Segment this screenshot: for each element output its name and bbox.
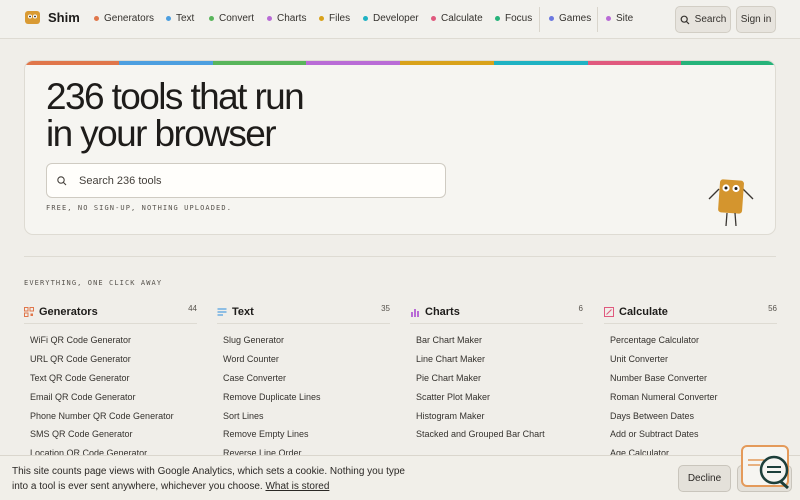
tool-link[interactable]: Percentage Calculator — [604, 331, 777, 350]
stripe-segment — [212, 61, 307, 65]
calculator-icon — [604, 306, 614, 317]
nav-item-files[interactable]: Files — [319, 13, 350, 24]
tool-link[interactable]: WiFi QR Code Generator — [24, 331, 197, 350]
tool-link[interactable]: Histogram Maker — [410, 407, 583, 426]
category-header[interactable]: Text 35 — [217, 300, 390, 324]
stripe-segment — [400, 61, 494, 65]
dot-icon — [94, 16, 99, 21]
search-icon — [680, 15, 690, 24]
chat-assistant-icon[interactable] — [740, 444, 792, 492]
tool-link[interactable]: Case Converter — [217, 369, 390, 388]
category-count: 6 — [578, 304, 583, 313]
dot-icon — [495, 16, 500, 21]
qr-grid-icon — [24, 306, 34, 317]
tool-link[interactable]: Stacked and Grouped Bar Chart — [410, 425, 583, 444]
nav-item-generators[interactable]: Generators — [94, 13, 154, 24]
stripe-segment — [25, 61, 119, 65]
tool-link[interactable]: Remove Duplicate Lines — [217, 388, 390, 407]
dot-icon — [549, 16, 554, 21]
decline-button[interactable]: Decline — [678, 465, 731, 492]
nav-divider — [597, 7, 598, 32]
cookie-text: This site counts page views with Google … — [12, 466, 405, 492]
hero-card: 236 tools that run in your browser FREE,… — [24, 60, 776, 235]
tool-link[interactable]: Unit Converter — [604, 350, 777, 369]
tool-link[interactable]: Bar Chart Maker — [410, 331, 583, 350]
dot-icon — [431, 16, 436, 21]
category-column-text: Text 35 Slug Generator Word Counter Case… — [217, 300, 390, 463]
category-column-calculate: Calculate 56 Percentage Calculator Unit … — [604, 300, 777, 463]
sign-in-button[interactable]: Sign in — [736, 6, 776, 33]
tool-link[interactable]: Roman Numeral Converter — [604, 388, 777, 407]
tool-link[interactable]: Pie Chart Maker — [410, 369, 583, 388]
tool-link[interactable]: URL QR Code Generator — [24, 350, 197, 369]
category-title: Charts — [425, 305, 460, 318]
tool-link[interactable]: Scatter Plot Maker — [410, 388, 583, 407]
stripe-segment — [306, 61, 400, 65]
dot-icon — [363, 16, 368, 21]
dot-icon — [319, 16, 324, 21]
tool-link[interactable]: Word Counter — [217, 350, 390, 369]
cookie-banner: This site counts page views with Google … — [0, 455, 800, 500]
top-nav: Shim Generators Text Convert Charts File… — [0, 0, 800, 39]
robot-mascot-icon — [708, 179, 754, 227]
tool-link[interactable]: Number Base Converter — [604, 369, 777, 388]
tool-link[interactable]: Add or Subtract Dates — [604, 425, 777, 444]
category-title: Generators — [39, 305, 98, 318]
category-header[interactable]: Charts 6 — [410, 300, 583, 324]
cookie-message: This site counts page views with Google … — [12, 464, 407, 494]
stripe-segment — [587, 61, 682, 65]
tool-link[interactable]: SMS QR Code Generator — [24, 425, 197, 444]
hero-title-line-2: in your browser — [46, 113, 277, 154]
dot-icon — [267, 16, 272, 21]
category-count: 56 — [768, 304, 777, 313]
stripe-segment — [118, 61, 213, 65]
dot-icon — [606, 16, 611, 21]
rainbow-stripe — [25, 61, 775, 65]
nav-item-developer[interactable]: Developer — [363, 13, 419, 24]
category-count: 35 — [381, 304, 390, 313]
tool-link[interactable]: Sort Lines — [217, 407, 390, 426]
category-header[interactable]: Generators 44 — [24, 300, 197, 324]
nav-item-charts[interactable]: Charts — [267, 13, 306, 24]
nav-divider — [539, 7, 540, 32]
nav-item-site[interactable]: Site — [606, 13, 633, 24]
search-icon — [57, 176, 67, 186]
section-label: EVERYTHING, ONE CLICK AWAY — [24, 279, 163, 287]
nav-item-focus[interactable]: Focus — [495, 13, 532, 24]
category-count: 44 — [188, 304, 197, 313]
tool-link[interactable]: Days Between Dates — [604, 407, 777, 426]
tool-link[interactable]: Phone Number QR Code Generator — [24, 407, 197, 426]
hero-title-line-1: 236 tools that run — [46, 76, 305, 117]
search-button[interactable]: Search — [675, 6, 731, 33]
tool-search-box[interactable] — [46, 163, 446, 198]
nav-item-games[interactable]: Games — [549, 13, 591, 24]
category-column-charts: Charts 6 Bar Chart Maker Line Chart Make… — [410, 300, 583, 444]
tool-search-input[interactable] — [79, 164, 439, 197]
nav-item-calculate[interactable]: Calculate — [431, 13, 483, 24]
category-column-generators: Generators 44 WiFi QR Code Generator URL… — [24, 300, 197, 463]
brand-logo[interactable]: Shim — [24, 9, 80, 26]
nav-item-text[interactable]: Text — [166, 13, 194, 24]
tool-link[interactable]: Line Chart Maker — [410, 350, 583, 369]
category-title: Calculate — [619, 305, 668, 318]
category-title: Text — [232, 305, 254, 318]
tool-link[interactable]: Slug Generator — [217, 331, 390, 350]
stripe-segment — [681, 61, 775, 65]
shim-logo-icon — [25, 11, 40, 24]
tool-link[interactable]: Email QR Code Generator — [24, 388, 197, 407]
bar-chart-icon — [411, 308, 419, 317]
category-header[interactable]: Calculate 56 — [604, 300, 777, 324]
what-is-stored-link[interactable]: What is stored — [265, 481, 329, 492]
nav-item-convert[interactable]: Convert — [209, 13, 254, 24]
tool-link[interactable]: Text QR Code Generator — [24, 369, 197, 388]
hero-tagline: FREE, NO SIGN-UP, NOTHING UPLOADED. — [46, 204, 233, 212]
dot-icon — [209, 16, 214, 21]
tool-link[interactable]: Remove Empty Lines — [217, 425, 390, 444]
hero-title: 236 tools that run in your browser — [46, 76, 305, 154]
section-divider — [24, 256, 776, 257]
stripe-segment — [493, 61, 588, 65]
dot-icon — [166, 16, 171, 21]
brand-name: Shim — [48, 10, 80, 25]
text-lines-icon — [217, 307, 227, 316]
